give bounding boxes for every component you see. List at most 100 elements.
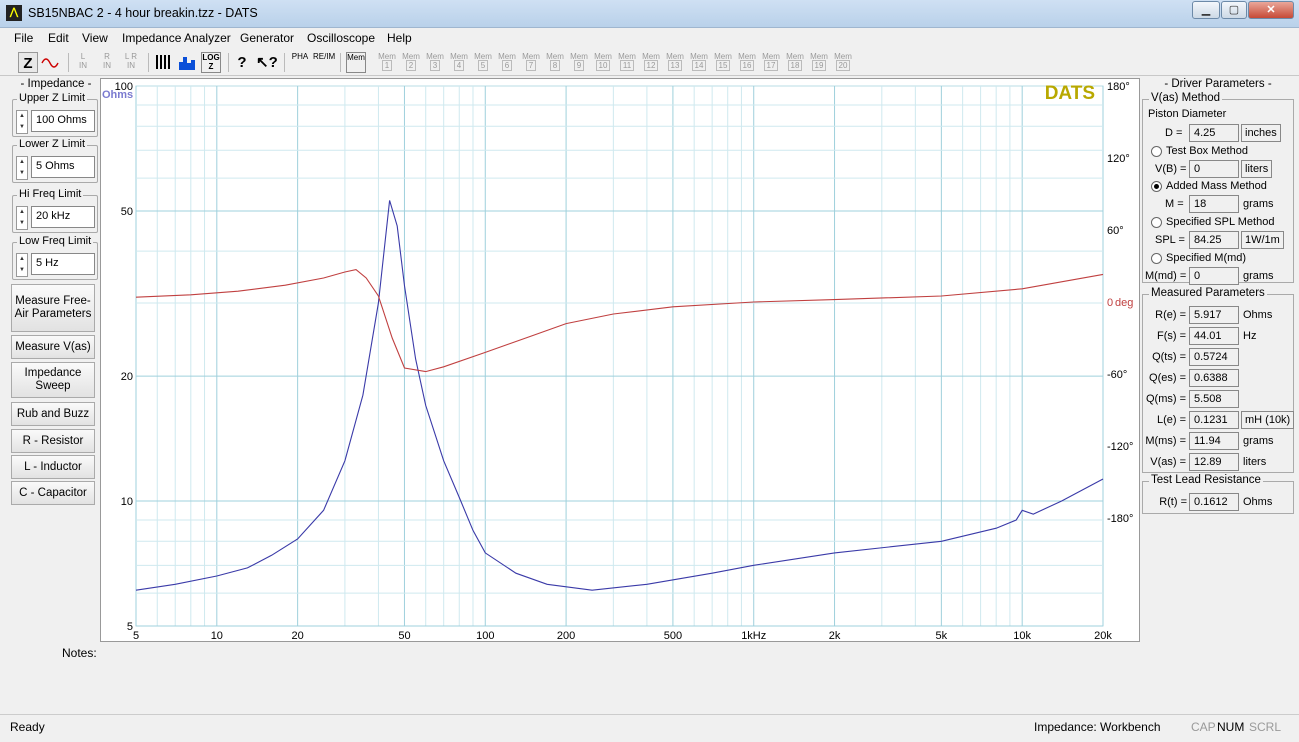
memory-slot-4[interactable]: Mem 4 xyxy=(450,52,468,73)
status-scrl: SCRL xyxy=(1249,720,1282,734)
measured-param-value[interactable]: 44.01 xyxy=(1189,327,1239,345)
memory-slot-7[interactable]: Mem 7 xyxy=(522,52,540,73)
memory-slot-number: 11 xyxy=(619,60,635,71)
re-im-button[interactable]: RE/IM xyxy=(313,52,335,73)
menu-file[interactable]: File xyxy=(14,31,33,45)
low-freq-group: Low Freq Limit ▲ ▼ 5 Hz xyxy=(12,235,98,280)
resistor-button[interactable]: R - Resistor xyxy=(11,429,95,453)
stereo-input-button[interactable]: L R IN xyxy=(122,52,140,73)
mmd-label: M(md) = xyxy=(1145,270,1187,282)
memory-slot-16[interactable]: Mem 16 xyxy=(738,52,756,73)
menu-generator[interactable]: Generator xyxy=(240,31,294,45)
measured-param-value[interactable]: 0.6388 xyxy=(1189,369,1239,387)
measure-vas-button[interactable]: Measure V(as) xyxy=(11,335,95,359)
vb-field[interactable]: 0 xyxy=(1189,160,1239,178)
log-z-button[interactable]: LOG Z xyxy=(201,52,221,73)
measured-parameters-group: Measured Parameters R(e) = 5.917 Ohms F(s) … xyxy=(1142,287,1295,473)
capacitor-button[interactable]: C - Capacitor xyxy=(11,481,95,505)
impedance-mode-button[interactable]: Z xyxy=(18,52,38,73)
lower-z-spinner[interactable]: ▲ ▼ xyxy=(16,156,28,180)
measured-param-value[interactable]: 5.508 xyxy=(1189,390,1239,408)
menu-impedance-analyzer[interactable]: Impedance Analyzer xyxy=(122,31,231,45)
memory-slot-17[interactable]: Mem 17 xyxy=(762,52,780,73)
memory-slot-2[interactable]: Mem 2 xyxy=(402,52,420,73)
menu-oscilloscope[interactable]: Oscilloscope xyxy=(307,31,375,45)
measured-param-value[interactable]: 11.94 xyxy=(1189,432,1239,450)
y2-tick-label: 120° xyxy=(1107,153,1130,165)
mmd-method-radio[interactable] xyxy=(1151,253,1162,264)
y-tick-label: 5 xyxy=(127,621,133,633)
help-icon[interactable]: ? xyxy=(234,52,250,73)
memory-slot-9[interactable]: Mem 9 xyxy=(570,52,588,73)
memory-slot-13[interactable]: Mem 13 xyxy=(666,52,684,73)
driver-parameters-title: - Driver Parameters - xyxy=(1164,78,1272,90)
memory-button[interactable]: Mem xyxy=(346,52,366,73)
vb-unit[interactable]: liters xyxy=(1241,160,1273,178)
low-freq-field[interactable]: 5 Hz xyxy=(31,253,95,275)
context-help-icon[interactable]: ↖? xyxy=(256,52,278,73)
menu-help[interactable]: Help xyxy=(387,31,412,45)
plot-area xyxy=(135,85,1104,627)
rt-field[interactable]: 0.1612 xyxy=(1189,493,1239,511)
menu-edit[interactable]: Edit xyxy=(48,31,69,45)
memory-slot-14[interactable]: Mem 14 xyxy=(690,52,708,73)
upper-z-spinner[interactable]: ▲ ▼ xyxy=(16,110,28,134)
memory-slot-6[interactable]: Mem 6 xyxy=(498,52,516,73)
measured-param-value[interactable]: 0.1231 xyxy=(1189,411,1239,429)
d-unit[interactable]: inches xyxy=(1241,124,1281,142)
spl-method-radio[interactable] xyxy=(1151,217,1162,228)
phase-button[interactable]: PHA xyxy=(290,52,310,73)
right-input-button[interactable]: R IN xyxy=(100,52,114,73)
m-field[interactable]: 18 xyxy=(1189,195,1239,213)
measured-param-label: V(as) = xyxy=(1150,456,1186,468)
upper-z-field[interactable]: 100 Ohms xyxy=(31,110,95,132)
close-button[interactable]: ✕ xyxy=(1248,1,1294,19)
test-box-radio[interactable] xyxy=(1151,146,1162,157)
measured-param-unit: Hz xyxy=(1243,330,1257,342)
chart-svg: 5 10 20 50 100 200 500 1kHz 2k 5k 10k 20k1005020105… xyxy=(102,81,1133,642)
memory-slot-15[interactable]: Mem 15 xyxy=(714,52,732,73)
measure-free-air-button[interactable]: Measure Free-Air Parameters xyxy=(11,284,95,332)
generator-wave-icon[interactable] xyxy=(40,52,62,73)
maximize-button[interactable]: ▢ xyxy=(1221,1,1247,19)
impedance-chart[interactable]: 5 10 20 50 100 200 500 1kHz 2k 5k 10k 20k 100 50 20 10 5… xyxy=(100,78,1140,642)
memory-slot-number: 5 xyxy=(477,60,489,71)
histogram-icon[interactable] xyxy=(177,52,197,73)
x-tick-label: 20k xyxy=(1094,630,1112,641)
left-input-button[interactable]: L IN xyxy=(76,52,90,73)
low-freq-spinner[interactable]: ▲ ▼ xyxy=(16,253,28,277)
minimize-button[interactable]: ▁ xyxy=(1192,1,1220,19)
inductor-button[interactable]: L - Inductor xyxy=(11,455,95,479)
mmd-field[interactable]: 0 xyxy=(1189,267,1239,285)
lower-z-field[interactable]: 5 Ohms xyxy=(31,156,95,178)
memory-slot-19[interactable]: Mem 19 xyxy=(810,52,828,73)
measured-param-unit: grams xyxy=(1243,435,1274,447)
memory-slot-1[interactable]: Mem 1 xyxy=(378,52,396,73)
added-mass-radio[interactable] xyxy=(1151,181,1162,192)
memory-slot-number: 16 xyxy=(739,60,755,71)
spl-label: SPL = xyxy=(1155,234,1185,246)
memory-slot-10[interactable]: Mem 10 xyxy=(594,52,612,73)
bars-icon[interactable] xyxy=(154,52,174,73)
memory-slot-number: 19 xyxy=(811,60,827,71)
impedance-sweep-button[interactable]: Impedance Sweep xyxy=(11,362,95,398)
hi-freq-spinner[interactable]: ▲ ▼ xyxy=(16,206,28,230)
memory-slot-8[interactable]: Mem 8 xyxy=(546,52,564,73)
memory-slot-20[interactable]: Mem 20 xyxy=(834,52,852,73)
spl-field[interactable]: 84.25 xyxy=(1189,231,1239,249)
memory-slot-5[interactable]: Mem 5 xyxy=(474,52,492,73)
menu-view[interactable]: View xyxy=(82,31,108,45)
measured-param-value[interactable]: 5.917 xyxy=(1189,306,1239,324)
memory-slot-12[interactable]: Mem 12 xyxy=(642,52,660,73)
lower-z-group: Lower Z Limit ▲ ▼ 5 Ohms xyxy=(12,138,98,183)
rub-and-buzz-button[interactable]: Rub and Buzz xyxy=(11,402,95,426)
memory-slot-3[interactable]: Mem 3 xyxy=(426,52,444,73)
memory-slot-18[interactable]: Mem 18 xyxy=(786,52,804,73)
hi-freq-field[interactable]: 20 kHz xyxy=(31,206,95,228)
measured-param-value[interactable]: 12.89 xyxy=(1189,453,1239,471)
d-field[interactable]: 4.25 xyxy=(1189,124,1239,142)
spl-unit[interactable]: 1W/1m xyxy=(1241,231,1284,249)
memory-slot-11[interactable]: Mem 11 xyxy=(618,52,636,73)
status-text: Ready xyxy=(10,720,45,734)
measured-param-value[interactable]: 0.5724 xyxy=(1189,348,1239,366)
